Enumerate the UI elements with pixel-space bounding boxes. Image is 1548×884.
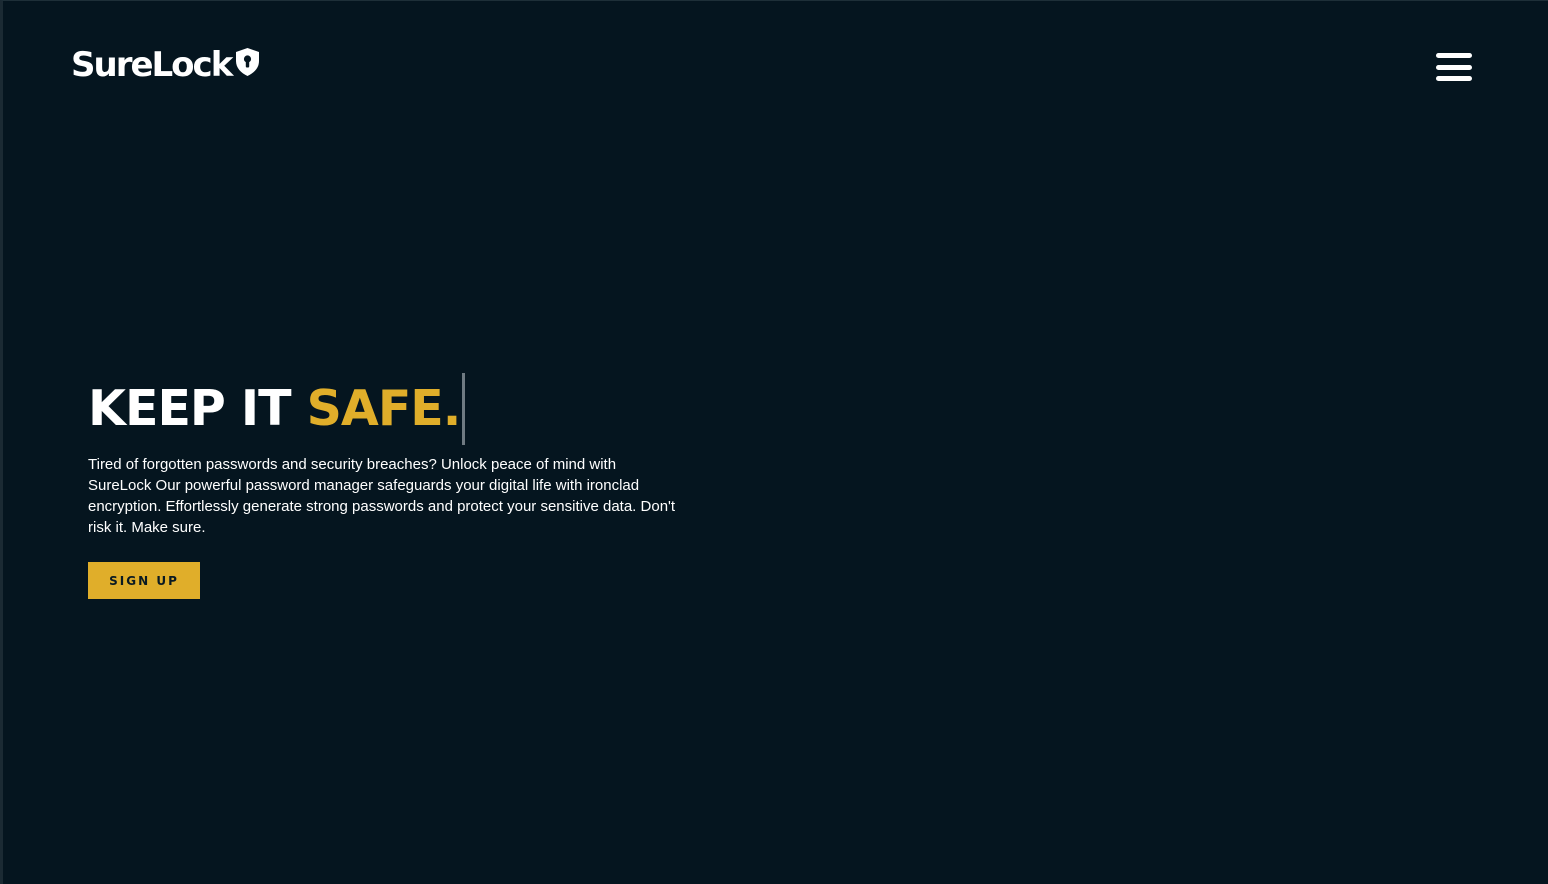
menu-bar-top — [1436, 53, 1472, 58]
menu-bar-middle — [1436, 64, 1472, 70]
headline-accent: SAFE. — [306, 380, 462, 437]
hero-headline: KEEP IT SAFE. — [88, 373, 688, 445]
brand-logo[interactable]: SureLock — [71, 45, 261, 85]
brand-name: SureLock — [71, 45, 233, 85]
landing-page: SureLock KEEP IT SAFE. Tired of forgotte… — [0, 0, 1548, 884]
hero-description: Tired of forgotten passwords and securit… — [88, 456, 676, 536]
hamburger-menu-icon[interactable] — [1434, 51, 1474, 83]
menu-bar-bottom — [1436, 76, 1472, 81]
sign-up-button[interactable]: SIGN UP — [88, 562, 200, 599]
shield-keyhole-icon — [234, 47, 261, 77]
headline-prefix: KEEP IT — [88, 380, 307, 437]
typing-caret — [462, 373, 466, 445]
hero-section: KEEP IT SAFE. Tired of forgotten passwor… — [88, 373, 688, 599]
